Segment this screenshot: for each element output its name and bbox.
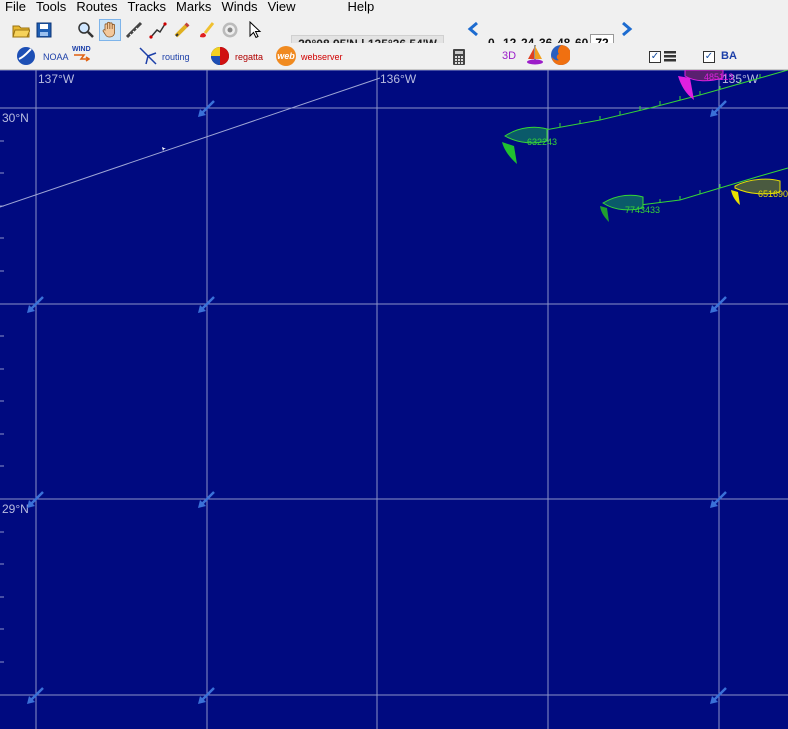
longitude-label-136w: 136°W — [380, 72, 417, 86]
target-icon[interactable] — [220, 20, 240, 40]
boat-label-485113: 485113 — [704, 72, 733, 82]
menu-winds[interactable]: Winds — [216, 0, 262, 14]
measure-icon[interactable] — [124, 20, 144, 40]
menu-help[interactable]: Help — [343, 0, 380, 14]
route-line[interactable] — [0, 77, 381, 208]
longitude-label-137w: 137°W — [38, 72, 75, 86]
web-icon-label: web — [277, 51, 295, 61]
latitude-ticks — [0, 70, 788, 663]
previous-hour-icon[interactable] — [463, 19, 483, 39]
boat-label-651690: 651690 — [758, 189, 788, 199]
ba-checkbox[interactable]: ✓ — [703, 51, 715, 63]
wind-icon[interactable] — [72, 52, 90, 64]
routing-icon[interactable] — [138, 46, 158, 66]
brush-icon[interactable] — [196, 20, 216, 40]
boat-label-7743433: 7743433 — [625, 205, 660, 215]
menu-routes[interactable]: Routes — [71, 0, 122, 14]
layers-list-icon[interactable] — [662, 48, 678, 64]
menu-bar: File Tools Routes Tracks Marks Winds Vie… — [0, 0, 788, 14]
latitude-label-29n: 29°N — [2, 502, 29, 516]
grid-lines — [0, 70, 788, 729]
next-hour-icon[interactable] — [617, 19, 637, 39]
3d-view-button[interactable]: 3D — [502, 50, 516, 62]
save-icon[interactable] — [34, 20, 54, 40]
webserver-label[interactable]: webserver — [301, 52, 343, 62]
hand-pan-icon[interactable] — [99, 19, 121, 41]
boat-label-632243: 632243 — [527, 137, 557, 147]
open-folder-icon[interactable] — [11, 20, 31, 40]
main-toolbar: 29°08.95'N | 135°26.54'W 0 12 24 36 48 6… — [0, 15, 788, 52]
noaa-icon[interactable] — [16, 46, 36, 66]
pointer-icon[interactable] — [245, 20, 265, 40]
menu-marks[interactable]: Marks — [171, 0, 216, 14]
map-canvas[interactable]: 137°W 136°W 135°W 30°N 29°N 632243 77434… — [0, 70, 788, 729]
pencil-icon[interactable] — [172, 20, 192, 40]
sailboat-icon[interactable] — [525, 45, 545, 65]
zoom-icon[interactable] — [76, 20, 96, 40]
latitude-label-30n: 30°N — [2, 111, 29, 125]
menu-view[interactable]: View — [263, 0, 301, 14]
chart-map[interactable]: 137°W 136°W 135°W 30°N 29°N 632243 77434… — [0, 70, 788, 729]
layer-checkbox[interactable]: ✓ — [649, 51, 661, 63]
routing-label[interactable]: routing — [162, 52, 190, 62]
route-icon[interactable] — [148, 20, 168, 40]
regatta-label[interactable]: regatta — [235, 52, 263, 62]
ba-label: BA — [721, 50, 737, 62]
secondary-toolbar: NOAA WIND routing regatta web webserver … — [0, 43, 788, 70]
calculator-icon[interactable] — [449, 47, 469, 67]
firefox-icon[interactable] — [550, 45, 570, 65]
menu-tracks[interactable]: Tracks — [123, 0, 172, 14]
menu-file[interactable]: File — [0, 0, 31, 14]
menu-tools[interactable]: Tools — [31, 0, 71, 14]
regatta-icon[interactable] — [210, 46, 230, 66]
boat-track-651690[interactable]: 651690 — [731, 178, 788, 205]
web-icon[interactable]: web — [276, 46, 296, 66]
noaa-label[interactable]: NOAA — [43, 52, 69, 62]
